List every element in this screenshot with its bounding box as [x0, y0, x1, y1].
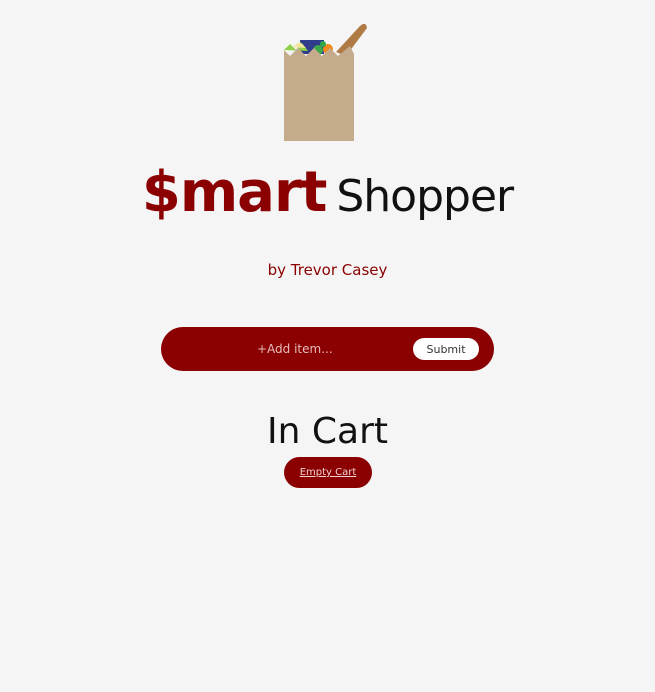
grocery-bag-icon — [284, 23, 367, 141]
add-item-form: Submit — [161, 327, 494, 371]
empty-cart-button[interactable]: Empty Cart — [284, 457, 372, 488]
add-item-input[interactable] — [257, 339, 407, 359]
author-byline: by Trevor Casey — [267, 261, 388, 279]
submit-button[interactable]: Submit — [413, 338, 479, 360]
title-brand-light: Shopper — [336, 171, 514, 222]
title-brand-bold: $mart — [141, 160, 327, 225]
cart-heading: In Cart — [267, 411, 388, 452]
grocery-bag-logo — [278, 20, 373, 142]
app-title: $mart Shopper — [0, 165, 655, 221]
